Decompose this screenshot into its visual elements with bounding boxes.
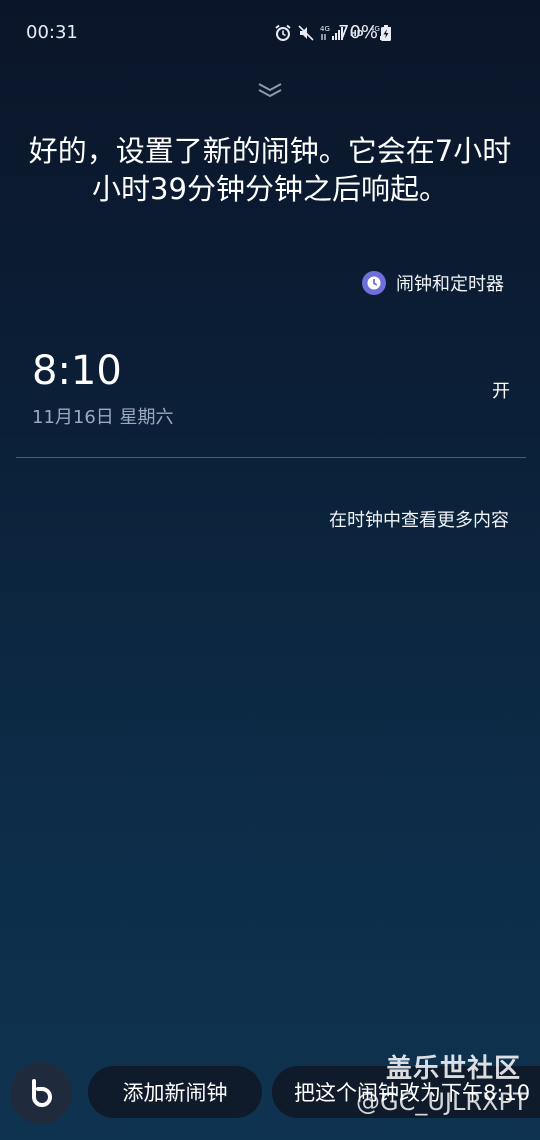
- alarm-status[interactable]: 开: [492, 377, 510, 403]
- alarm-timer-app-link[interactable]: 闹钟和定时器: [362, 270, 504, 296]
- battery-charging-icon: [380, 25, 392, 45]
- status-time: 00:31: [26, 22, 78, 43]
- alarm-card[interactable]: 8:10 11月16日 星期六 开: [16, 340, 526, 458]
- bixby-button[interactable]: [10, 1062, 72, 1124]
- divider: [16, 457, 526, 458]
- bixby-icon: [32, 1079, 52, 1107]
- alarm-time: 8:10: [32, 348, 122, 394]
- svg-text:4G: 4G: [320, 25, 330, 33]
- mute-icon: [298, 25, 314, 41]
- suggestion-chip-add-alarm[interactable]: 添加新闹钟: [88, 1066, 262, 1118]
- status-bar: 00:31 4G HD 4G 70%: [0, 0, 540, 66]
- clock-icon: [362, 271, 386, 295]
- view-more-in-clock-link[interactable]: 在时钟中查看更多内容: [329, 506, 509, 532]
- assistant-response: 好的，设置了新的闹钟。它会在7小时小时39分钟分钟之后响起。: [28, 134, 512, 206]
- battery-percentage: 70%: [338, 22, 379, 43]
- watermark-handle: @GC_UJLRXPT: [356, 1088, 528, 1116]
- watermark-title: 盖乐世社区: [386, 1054, 522, 1084]
- app-link-label: 闹钟和定时器: [396, 274, 504, 295]
- alarm-icon: [274, 24, 292, 42]
- alarm-date: 11月16日 星期六: [32, 407, 174, 428]
- collapse-chevron-icon[interactable]: [256, 80, 284, 100]
